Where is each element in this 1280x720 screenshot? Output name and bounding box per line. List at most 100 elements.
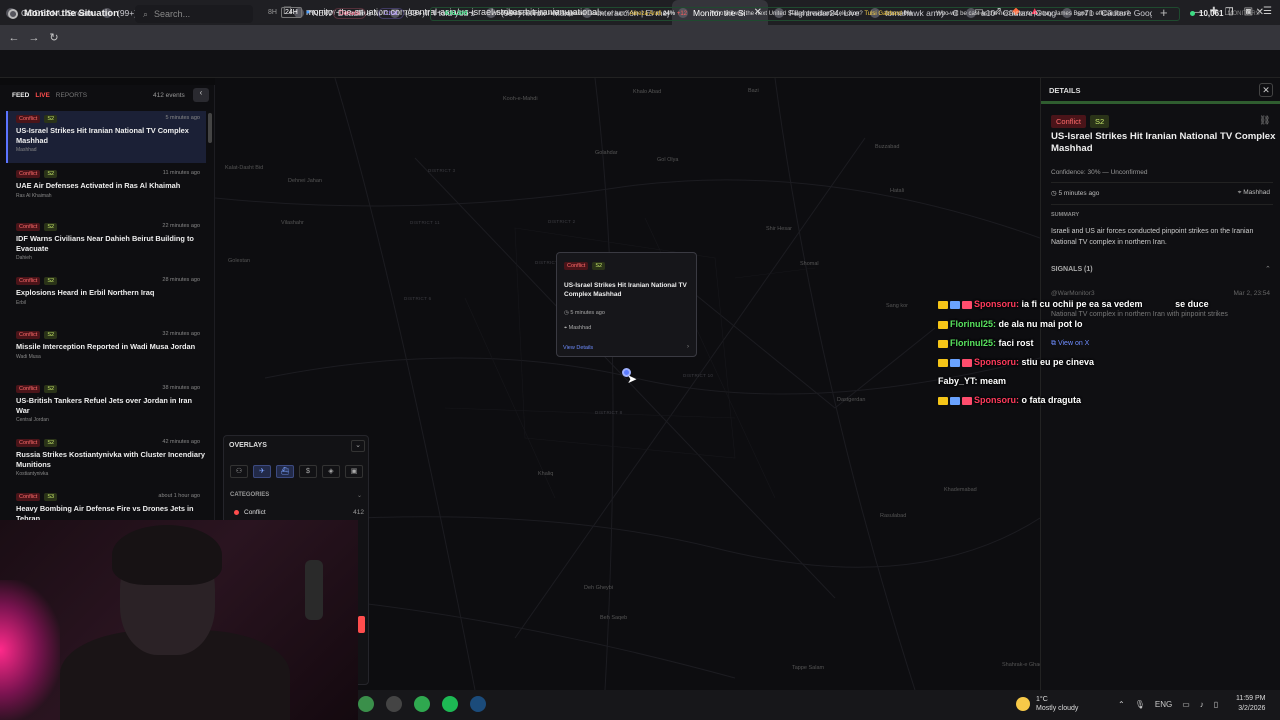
details-title: DETAILS — [1049, 86, 1081, 95]
severity-badge: S2 — [44, 223, 58, 231]
weather-icon — [1016, 697, 1030, 711]
mic-icon[interactable]: 🎙 — [1135, 700, 1145, 709]
settings-icon[interactable]: ☰ — [1263, 6, 1272, 17]
chat-message: Sponsoru: o fata draguta — [938, 395, 1081, 405]
pink-light — [0, 580, 60, 720]
conflict-dot — [234, 510, 239, 515]
map-label: Beh Saqeb — [600, 615, 628, 621]
event-count: 412 events — [153, 91, 185, 99]
globe-icon[interactable]: ● — [306, 9, 310, 16]
feed-item[interactable]: Conflict S2 28 minutes ago Explosions Heard… — [6, 273, 206, 325]
search-input[interactable]: ⌕ Search... — [135, 5, 253, 23]
feed-item[interactable]: Conflict S2 32 minutes ago Missile Intercep… — [6, 327, 206, 379]
map-label: Buzzabad — [875, 144, 900, 150]
category-badge: Conflict — [16, 439, 41, 447]
chat-message: Florinul25: de ala nu mai pot lo — [938, 319, 1083, 329]
prediction-ticker: KALSHI Who will become the next Supreme … — [430, 7, 1180, 21]
map-label: Dastgerdan — [837, 397, 866, 403]
app-logo[interactable]: Monitor the Situation — [8, 8, 119, 19]
overlays-title: OVERLAYS — [229, 442, 267, 449]
steam-icon[interactable] — [470, 696, 486, 712]
forward-icon[interactable]: → — [24, 32, 44, 44]
event-time: ◷ 5 minutes ago — [1051, 190, 1100, 197]
feed-item[interactable]: Conflict S2 5 minutes ago US-Israel Strikes… — [6, 111, 206, 163]
signal-author[interactable]: @WarMonitor3 — [1051, 290, 1095, 297]
ship-icon[interactable]: ⛴ — [276, 465, 294, 478]
webcam-feed — [0, 520, 358, 720]
map-label: Kalat-Dasht Bid — [225, 165, 264, 171]
map-label: Golahdar — [595, 150, 618, 156]
dollar-icon[interactable]: $ — [299, 465, 317, 478]
feed-item[interactable]: Conflict S2 22 minutes ago IDF Warns Civili… — [6, 219, 206, 271]
feed-panel: FEED LIVE REPORTS 412 events ‹ Conflict S… — [0, 85, 215, 525]
overlays-toggle[interactable]: ⌄ — [351, 440, 365, 452]
time-option-8h[interactable]: 8H — [268, 9, 277, 16]
divider — [1051, 182, 1273, 183]
back-icon[interactable]: ← — [4, 32, 24, 44]
ticker-item[interactable]: Who will win the next United States pres… — [711, 11, 912, 17]
feed-location: Kostiantynivka — [16, 471, 49, 477]
battery-icon[interactable]: ▯ — [1214, 700, 1218, 709]
chat-user: Florinul25: — [950, 319, 997, 329]
tab-live[interactable]: LIVE — [35, 92, 49, 99]
tv-icon — [950, 396, 960, 405]
search-placeholder: Search... — [154, 9, 191, 19]
map-label: DISTRICT 6 — [404, 296, 432, 301]
online-indicator — [1190, 11, 1195, 16]
feed-scrollbar[interactable] — [208, 113, 212, 143]
feed-time: 32 minutes ago — [162, 331, 200, 337]
app-title: Monitor the Situation — [24, 8, 119, 19]
xbox-icon[interactable] — [414, 696, 430, 712]
crown-icon — [938, 358, 948, 367]
chat-text-tail: se duce — [1175, 299, 1209, 309]
category-badge: Conflict — [16, 115, 41, 123]
category-badge: Conflict — [16, 331, 41, 339]
map-label: Hatali — [890, 188, 905, 194]
chat-button[interactable]: Chat — [378, 8, 404, 19]
chrome-icon[interactable] — [358, 696, 374, 712]
collapse-feed-button[interactable]: ‹ — [193, 88, 209, 102]
chevron-up-icon[interactable]: ⌃ — [1118, 700, 1125, 709]
feed-title: US-Israel Strikes Hit Iranian National T… — [16, 126, 189, 145]
feed-title: Russia Strikes Kostiantynivka with Clust… — [16, 450, 205, 469]
ticker-item[interactable]: Who will be cast as the next actor to po… — [936, 11, 1130, 17]
chat-text: faci rost — [996, 338, 1034, 348]
people-icon[interactable]: ⚇ — [230, 465, 248, 478]
language-indicator[interactable]: ENG — [1155, 700, 1172, 709]
chat-message: Florinul25: faci rost — [938, 338, 1034, 348]
spotify-icon[interactable] — [442, 696, 458, 712]
chevron-up-icon[interactable]: ⌃ — [1265, 265, 1271, 273]
feed-item[interactable]: Conflict S2 42 minutes ago Russia Strikes K… — [6, 435, 206, 487]
feed-item[interactable]: Conflict S2 11 minutes ago UAE Air Defenses… — [6, 166, 206, 218]
feed-item[interactable]: Conflict S2 38 minutes ago US-British Tanke… — [6, 381, 206, 433]
event-popup[interactable]: Conflict S2 US-Israel Strikes Hit Irania… — [556, 252, 697, 357]
category-conflict[interactable]: Conflict 412 — [234, 509, 364, 516]
camera-icon[interactable]: ▣ — [345, 465, 363, 478]
link-icon[interactable]: ⛓ — [1259, 115, 1270, 126]
severity-badge: S2 — [44, 385, 58, 393]
ticker-item[interactable]: Who will become the next Supreme Leader … — [491, 11, 687, 17]
chat-text: de ala nu mai pot lo — [996, 319, 1083, 329]
tv-icon — [950, 300, 960, 309]
chevron-down-icon[interactable]: ⌄ — [357, 492, 362, 499]
time-option-24h[interactable]: 24H — [280, 7, 302, 18]
feed-time: 28 minutes ago — [162, 277, 200, 283]
category-badge: Conflict — [16, 493, 41, 501]
close-details-button[interactable]: ✕ — [1259, 83, 1273, 97]
flight-icon[interactable]: ✈ — [253, 465, 271, 478]
category-badge: Conflict — [564, 262, 589, 270]
feed-title: Explosions Heard in Erbil Northern Iraq — [16, 288, 155, 297]
map-label: Deh Gheybi — [584, 585, 614, 591]
tab-reports[interactable]: REPORTS — [56, 92, 87, 99]
cursor-icon: ➤ — [627, 372, 638, 386]
donate-button[interactable]: Donate — [333, 8, 366, 19]
display-icon[interactable]: ▭ — [1182, 700, 1190, 709]
volume-icon[interactable]: ♪ — [1200, 700, 1204, 709]
layers-icon[interactable]: ◈ — [322, 465, 340, 478]
view-details-link[interactable]: View Details — [563, 345, 593, 351]
obs-icon[interactable] — [386, 696, 402, 712]
weather-widget[interactable]: 1°C Mostly cloudy — [1016, 695, 1078, 713]
signals-title[interactable]: SIGNALS (1) — [1051, 266, 1093, 273]
system-clock[interactable]: 11:59 PM 3/2/2026 — [1236, 694, 1265, 714]
reload-icon[interactable]: ↻ — [44, 31, 64, 44]
